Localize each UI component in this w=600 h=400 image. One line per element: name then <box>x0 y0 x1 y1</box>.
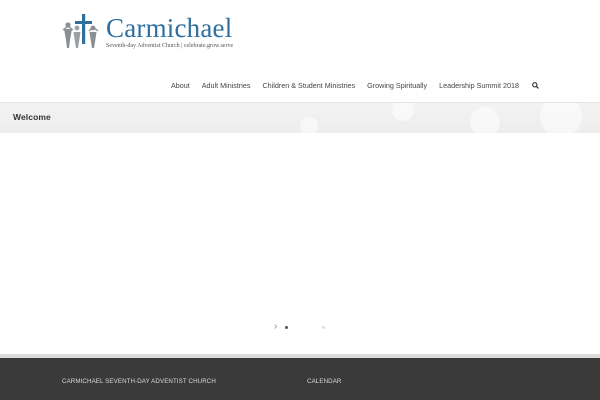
footer-heading-calendar: CALENDAR <box>307 378 342 385</box>
logo-figures-icon <box>62 14 99 48</box>
logo-tagline: Seventh-day Adventist Church | celebrate… <box>106 43 234 49</box>
slider-next-arrow-icon[interactable]: › <box>274 322 282 332</box>
page-title: Welcome <box>13 112 51 122</box>
search-icon <box>532 81 539 89</box>
decorative-bokeh <box>540 103 582 133</box>
nav-item-adult-ministries[interactable]: Adult Ministries <box>202 81 251 90</box>
decorative-bokeh <box>300 117 318 133</box>
nav-item-leadership-summit[interactable]: Leadership Summit 2018 <box>439 81 519 90</box>
slider-dot-1[interactable] <box>285 326 288 329</box>
decorative-bokeh <box>470 107 500 133</box>
slider-dot-2[interactable] <box>322 326 325 329</box>
page-title-bar: Welcome <box>0 102 600 134</box>
search-button[interactable] <box>531 81 540 90</box>
nav-item-growing-spiritually[interactable]: Growing Spiritually <box>367 81 427 90</box>
site-footer: CARMICHAEL SEVENTH-DAY ADVENTIST CHURCH … <box>0 358 600 400</box>
logo-wordmark: Carmichael <box>106 13 233 43</box>
nav-item-children-student-ministries[interactable]: Children & Student Ministries <box>262 81 355 90</box>
footer-heading-church: CARMICHAEL SEVENTH-DAY ADVENTIST CHURCH <box>62 378 216 385</box>
decorative-bokeh <box>392 103 414 121</box>
hero-slider: › <box>0 133 600 355</box>
site-logo[interactable]: Carmichael Seventh-day Adventist Church … <box>62 12 234 54</box>
nav-item-about[interactable]: About <box>171 81 190 90</box>
main-nav: About Adult Ministries Children & Studen… <box>171 78 540 92</box>
site-header: Carmichael Seventh-day Adventist Church … <box>0 0 600 102</box>
